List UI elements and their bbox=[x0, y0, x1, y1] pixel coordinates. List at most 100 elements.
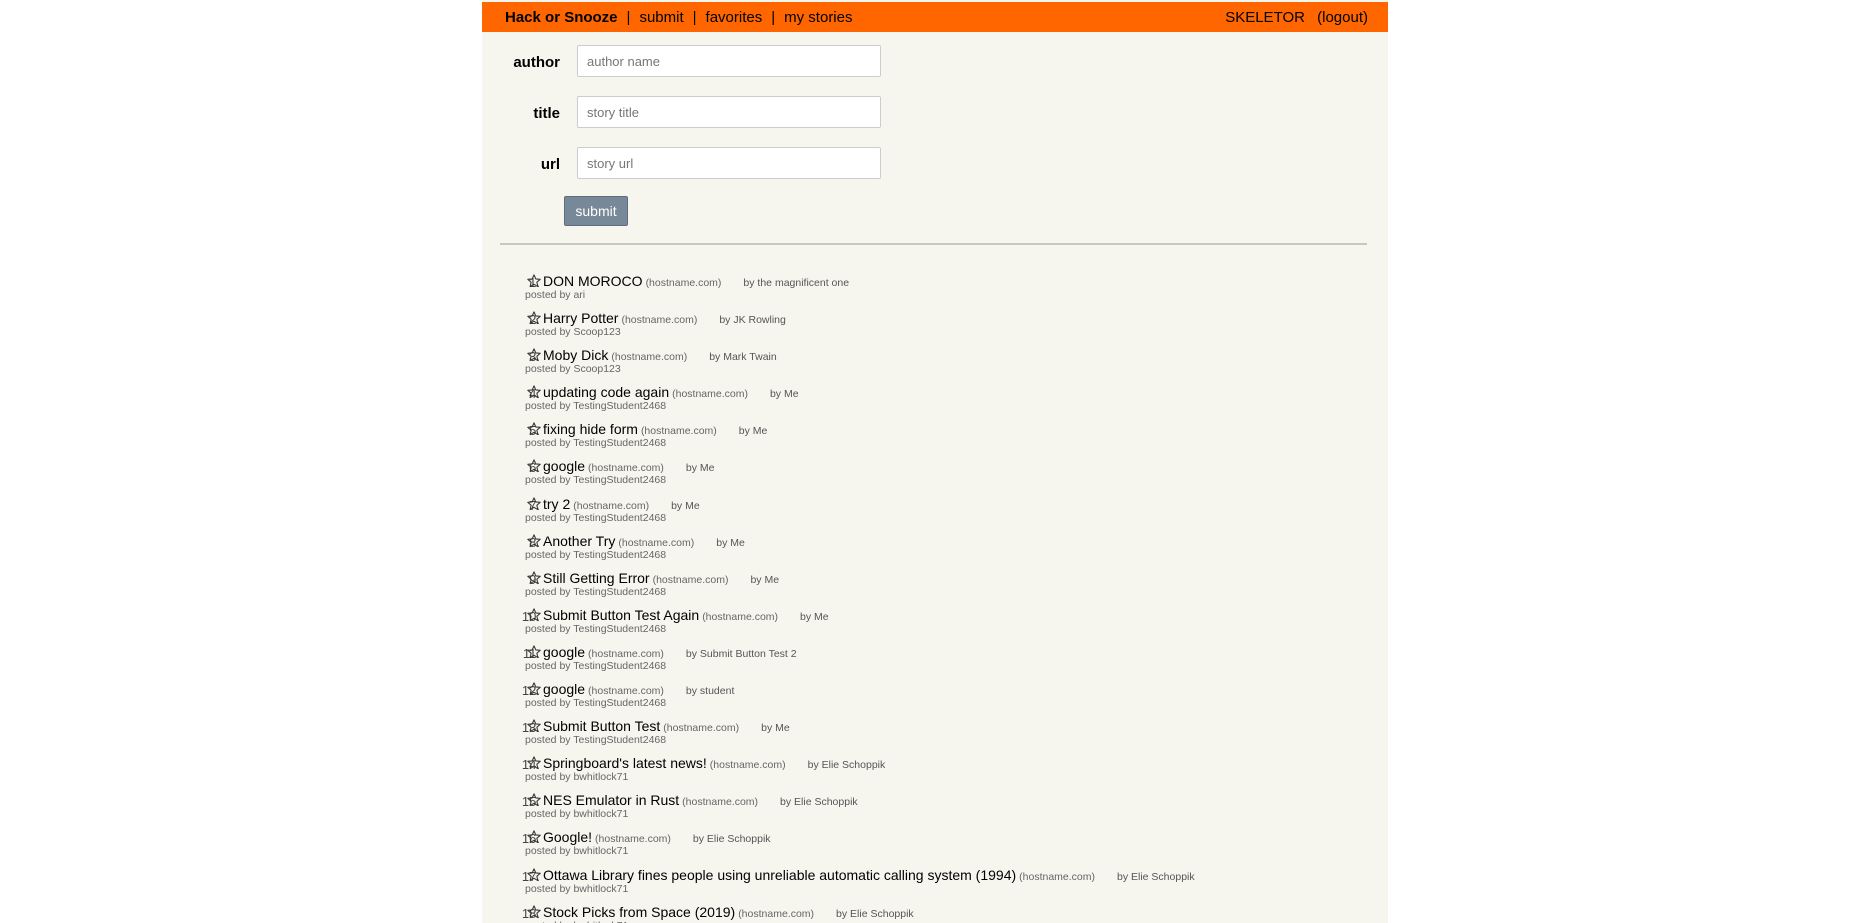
story-hostname: (hostname.com) bbox=[709, 759, 786, 772]
favorite-star-icon[interactable] bbox=[526, 867, 542, 883]
story-hostname: (hostname.com) bbox=[738, 907, 815, 920]
nav-brand-link[interactable]: Hack or Snooze bbox=[505, 9, 618, 26]
story-author: by Me bbox=[750, 573, 780, 586]
story-hostname: (hostname.com) bbox=[618, 536, 695, 549]
author-input[interactable] bbox=[577, 45, 881, 77]
story-title-link[interactable]: Google! bbox=[543, 829, 592, 845]
story-title-link[interactable]: Stock Picks from Space (2019) bbox=[543, 904, 735, 920]
story-hostname: (hostname.com) bbox=[682, 796, 759, 809]
nav-logout-link[interactable]: (logout) bbox=[1317, 9, 1368, 26]
story-author: by JK Rowling bbox=[719, 314, 786, 327]
url-row: url bbox=[482, 147, 1388, 183]
story-hostname: (hostname.com) bbox=[588, 647, 664, 660]
favorite-star-icon[interactable] bbox=[526, 829, 542, 845]
favorite-star-icon[interactable] bbox=[526, 496, 542, 512]
story-hostname: (hostname.com) bbox=[640, 425, 717, 438]
story-item: 4. updating code again (hostname.com) by Me… bbox=[482, 383, 1388, 420]
story-posted-by: posted by TestingStudent2468 bbox=[525, 659, 667, 672]
story-item: 5. fixing hide form (hostname.com) by Me pos… bbox=[482, 420, 1388, 457]
story-title-link[interactable]: google bbox=[543, 644, 585, 660]
story-title-link[interactable]: Another Try bbox=[543, 533, 615, 549]
story-hostname: (hostname.com) bbox=[663, 722, 740, 735]
nav-submit-link[interactable]: submit bbox=[639, 9, 683, 26]
story-author: by Me bbox=[761, 722, 790, 735]
favorite-star-icon[interactable] bbox=[526, 421, 542, 437]
story-item: 11. google (hostname.com) by Submit Button … bbox=[482, 643, 1388, 680]
favorite-star-icon[interactable] bbox=[526, 681, 542, 697]
story-item: 2. Harry Potter (hostname.com) by JK Rowlin… bbox=[482, 309, 1388, 346]
story-posted-by: posted by bwhitlock71 bbox=[525, 845, 629, 858]
story-hostname: (hostname.com) bbox=[672, 388, 748, 401]
url-input[interactable] bbox=[577, 147, 881, 179]
story-item: 15. NES Emulator in Rust (hostname.com) by … bbox=[482, 791, 1388, 828]
section-divider bbox=[500, 243, 1367, 245]
story-author: by Elie Schoppik bbox=[836, 907, 914, 920]
story-posted-by: posted by TestingStudent2468 bbox=[525, 697, 667, 710]
title-row: title bbox=[482, 96, 1388, 132]
favorite-star-icon[interactable] bbox=[526, 570, 542, 586]
story-posted-by: posted by bwhitlock71 bbox=[525, 771, 629, 784]
favorite-star-icon[interactable] bbox=[526, 310, 542, 326]
title-input[interactable] bbox=[577, 96, 881, 128]
story-title-link[interactable]: google bbox=[543, 681, 585, 697]
story-title-link[interactable]: Harry Potter bbox=[543, 310, 618, 326]
story-title-link[interactable]: Moby Dick bbox=[543, 347, 608, 363]
story-posted-by: posted by TestingStudent2468 bbox=[525, 585, 667, 598]
story-posted-by: posted by TestingStudent2468 bbox=[525, 400, 667, 413]
story-hostname: (hostname.com) bbox=[573, 499, 650, 512]
story-author: by Me bbox=[671, 499, 700, 512]
story-posted-by: posted by Scoop123 bbox=[525, 326, 621, 339]
story-item: 17. Ottawa Library fines people using unr… bbox=[482, 866, 1388, 903]
nav-user-profile-link[interactable]: SKELETOR bbox=[1225, 9, 1305, 26]
story-posted-by: posted by TestingStudent2468 bbox=[525, 511, 667, 524]
favorite-star-icon[interactable] bbox=[526, 718, 542, 734]
page-container: Hack or Snooze | submit | favorites | my… bbox=[482, 0, 1388, 923]
story-title-link[interactable]: fixing hide form bbox=[543, 421, 638, 437]
story-posted-by: posted by ari bbox=[525, 289, 586, 301]
favorite-star-icon[interactable] bbox=[526, 644, 542, 660]
story-posted-by: posted by TestingStudent2468 bbox=[525, 622, 667, 635]
story-item: 16. Google! (hostname.com) by Elie Schoppik… bbox=[482, 828, 1388, 865]
favorite-star-icon[interactable] bbox=[526, 273, 542, 289]
favorite-star-icon[interactable] bbox=[526, 904, 542, 920]
story-title-link[interactable]: Still Getting Error bbox=[543, 570, 650, 586]
nav-separator: | bbox=[626, 9, 631, 26]
favorite-star-icon[interactable] bbox=[526, 458, 542, 474]
author-label: author bbox=[513, 54, 560, 71]
story-title-link[interactable]: DON MOROCO bbox=[543, 273, 643, 289]
top-nav-bar: Hack or Snooze | submit | favorites | my… bbox=[482, 2, 1388, 32]
favorite-star-icon[interactable] bbox=[526, 533, 542, 549]
nav-separator: | bbox=[771, 9, 776, 26]
story-author: by Mark Twain bbox=[709, 351, 777, 364]
nav-left: Hack or Snooze | submit | favorites | my… bbox=[505, 9, 852, 26]
story-title-link[interactable]: Submit Button Test Again bbox=[543, 607, 699, 623]
story-title-link[interactable]: Ottawa Library fines people using unreli… bbox=[543, 867, 1016, 883]
story-title-link[interactable]: updating code again bbox=[543, 384, 669, 400]
favorite-star-icon[interactable] bbox=[526, 347, 542, 363]
story-title-link[interactable]: Springboard's latest news! bbox=[543, 755, 707, 771]
story-hostname: (hostname.com) bbox=[652, 573, 729, 586]
story-item: 14. Springboard's latest news! (hostname.c… bbox=[482, 754, 1388, 791]
submit-button[interactable]: submit bbox=[564, 196, 628, 226]
favorite-star-icon[interactable] bbox=[526, 607, 542, 623]
favorite-star-icon[interactable] bbox=[526, 384, 542, 400]
favorite-star-icon[interactable] bbox=[526, 792, 542, 808]
nav-favorites-link[interactable]: favorites bbox=[706, 9, 763, 26]
favorite-star-icon[interactable] bbox=[526, 755, 542, 771]
story-author: by Me bbox=[769, 388, 799, 401]
story-item: 13. Submit Button Test (hostname.com) by Me… bbox=[482, 717, 1388, 754]
story-author: by Elie Schoppik bbox=[1117, 870, 1195, 883]
story-author: by Me bbox=[716, 536, 745, 549]
story-title-link[interactable]: Submit Button Test bbox=[543, 718, 660, 734]
story-posted-by: posted by bwhitlock71 bbox=[525, 808, 629, 821]
story-item: 6. google (hostname.com) by Me posted by Tes… bbox=[482, 457, 1388, 494]
story-author: by Me bbox=[738, 425, 768, 438]
story-posted-by: posted by bwhitlock71 bbox=[525, 920, 628, 923]
story-author: by Elie Schoppik bbox=[692, 833, 771, 846]
story-item: 10. Submit Button Test Again (hostname.com… bbox=[482, 606, 1388, 643]
story-title-link[interactable]: NES Emulator in Rust bbox=[543, 792, 679, 808]
story-title-link[interactable]: try 2 bbox=[543, 496, 570, 512]
story-title-link[interactable]: google bbox=[543, 458, 585, 474]
nav-my-stories-link[interactable]: my stories bbox=[784, 9, 852, 26]
story-item: 7. try 2 (hostname.com) by Me posted by Test… bbox=[482, 495, 1388, 532]
